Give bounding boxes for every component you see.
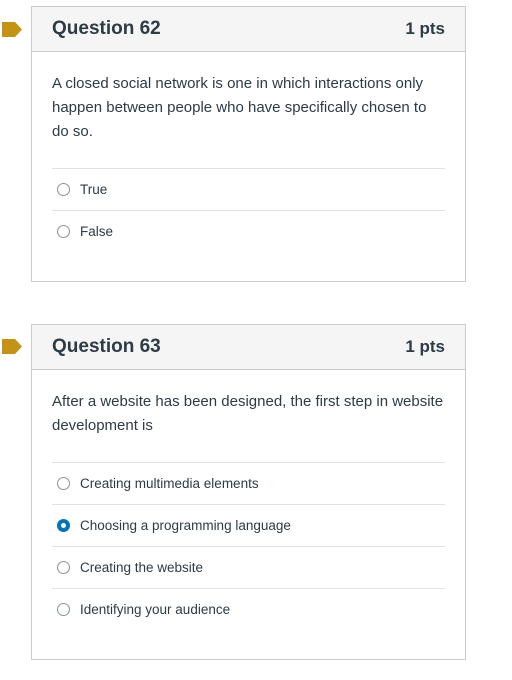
question-title: Question 63 (52, 336, 161, 357)
answer-label: Choosing a programming language (80, 518, 291, 533)
answer-label: False (80, 224, 114, 239)
radio-button[interactable] (57, 183, 70, 196)
question-points: 1 pts (405, 19, 445, 38)
question-header: Question 62 1 pts (32, 7, 465, 52)
question-62-card: Question 62 1 pts A closed social networ… (31, 6, 466, 282)
answer-label: Creating multimedia elements (80, 476, 259, 491)
answer-label: True (80, 182, 108, 197)
answer-option-programming-language[interactable]: Choosing a programming language (52, 505, 445, 547)
radio-button[interactable] (57, 561, 70, 574)
flag-icon[interactable] (2, 339, 22, 354)
question-title: Question 62 (52, 18, 161, 39)
question-body: After a website has been designed, the f… (32, 370, 465, 648)
question-text: After a website has been designed, the f… (52, 393, 444, 434)
answer-option-multimedia[interactable]: Creating multimedia elements (52, 463, 445, 505)
answer-label: Creating the website (80, 560, 204, 575)
question-points: 1 pts (405, 337, 445, 356)
question-body: A closed social network is one in which … (32, 52, 465, 270)
radio-button[interactable] (57, 603, 70, 616)
answer-list: True False (52, 168, 445, 252)
answer-option-creating-website[interactable]: Creating the website (52, 547, 445, 589)
answer-option-audience[interactable]: Identifying your audience (52, 589, 445, 630)
question-63-card: Question 63 1 pts After a website has be… (31, 324, 466, 660)
answer-option-false[interactable]: False (52, 211, 445, 252)
question-text: A closed social network is one in which … (52, 75, 427, 140)
answer-label: Identifying your audience (80, 602, 231, 617)
radio-button-selected[interactable] (57, 519, 70, 532)
flag-icon[interactable] (2, 22, 22, 37)
answer-list: Creating multimedia elements Choosing a … (52, 462, 445, 630)
answer-option-true[interactable]: True (52, 169, 445, 211)
radio-button[interactable] (57, 225, 70, 238)
radio-button[interactable] (57, 477, 70, 490)
question-header: Question 63 1 pts (32, 325, 465, 370)
